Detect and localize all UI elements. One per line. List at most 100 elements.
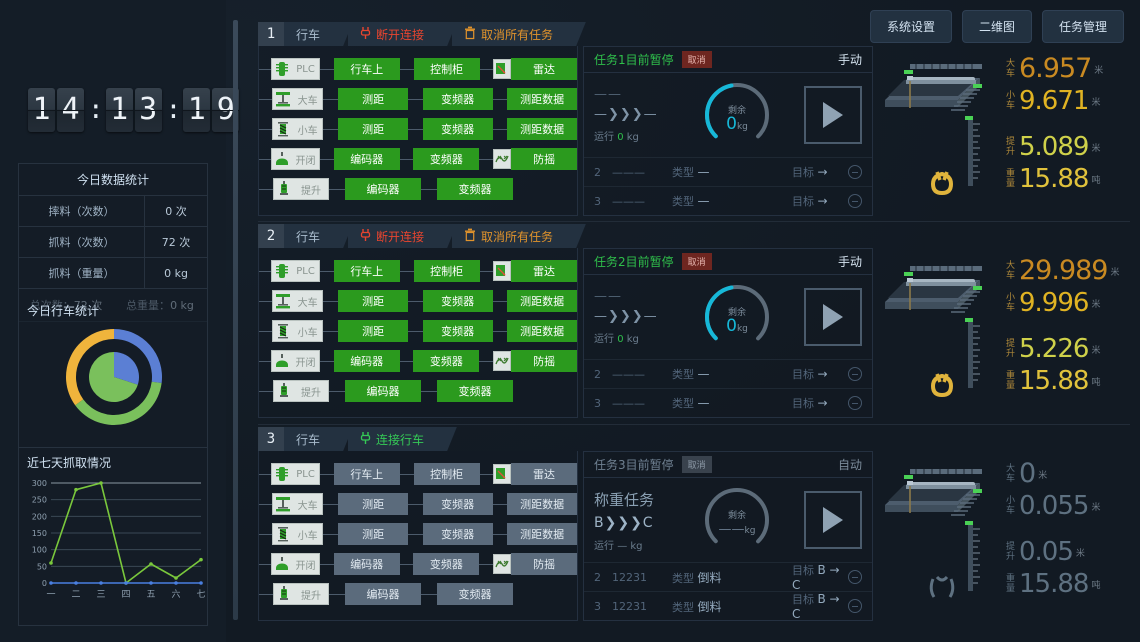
measurement-提升: 提升 5.226 米 <box>1006 334 1136 364</box>
task-queue-row[interactable]: 2 ——— 类型 — 目标 → <box>584 359 872 388</box>
device-button-编码器[interactable]: 编码器 <box>345 380 421 402</box>
remove-task-icon[interactable] <box>848 165 862 179</box>
task-queue-row[interactable]: 2 12231 类型 倒料 目标 B → C <box>584 562 872 592</box>
device-button-变频器[interactable]: 变频器 <box>422 523 493 545</box>
device-chip-大车[interactable]: 大车 <box>271 493 324 515</box>
crane-1-tab-0[interactable]: 行车 <box>284 22 337 46</box>
device-button-变频器[interactable]: 变频器 <box>422 88 493 110</box>
task-queue-row[interactable]: 3 ——— 类型 — 目标 → <box>584 388 872 417</box>
device-button-测距数据[interactable]: 测距数据 <box>507 88 578 110</box>
device-button-编码器[interactable]: 编码器 <box>333 148 400 170</box>
play-task-button[interactable] <box>804 491 862 549</box>
device-chip-小车[interactable]: 小车 <box>271 118 324 140</box>
device-button-编码器[interactable]: 编码器 <box>333 553 400 575</box>
device-chip-提升[interactable]: 提升 <box>273 178 329 200</box>
device-button-防摇[interactable]: 防摇 <box>511 350 578 372</box>
device-button-测距数据[interactable]: 测距数据 <box>507 320 578 342</box>
device-button-变频器[interactable]: 变频器 <box>437 380 513 402</box>
play-task-button[interactable] <box>804 288 862 346</box>
crane-number-badge: 1 <box>258 22 284 46</box>
mode-indicator[interactable]: 手动 <box>838 51 862 68</box>
device-chip-开闭[interactable]: 开闭 <box>271 148 320 170</box>
device-button-编码器[interactable]: 编码器 <box>345 178 421 200</box>
device-button-测距数据[interactable]: 测距数据 <box>507 290 578 312</box>
device-chip-小车[interactable]: 小车 <box>271 320 324 342</box>
mode-indicator[interactable]: 自动 <box>838 456 862 473</box>
device-chip-提升[interactable]: 提升 <box>273 380 329 402</box>
system-settings-button[interactable]: 系统设置 <box>869 10 952 43</box>
device-chip-大车[interactable]: 大车 <box>271 290 324 312</box>
crane-2-tab-0[interactable]: 行车 <box>284 224 337 248</box>
device-button-编码器[interactable]: 编码器 <box>333 350 400 372</box>
device-button-控制柜[interactable]: 控制柜 <box>413 463 480 485</box>
device-chip-PLC[interactable]: PLC <box>271 58 320 80</box>
queue-type-value: — <box>697 367 710 381</box>
device-button-行车上[interactable]: 行车上 <box>333 463 400 485</box>
crane-2-tab-2[interactable]: 取消所有任务 <box>452 224 570 248</box>
cancel-task-button[interactable]: 取消 <box>681 456 712 473</box>
device-button-行车上[interactable]: 行车上 <box>333 58 400 80</box>
cancel-task-button[interactable]: 取消 <box>681 253 712 270</box>
device-label: 开闭 <box>295 155 316 167</box>
task-queue-row[interactable]: 2 ——— 类型 — 目标 → <box>584 157 872 186</box>
crane-2-tab-1[interactable]: 断开连接 <box>348 224 441 248</box>
crane-1-tab-2[interactable]: 取消所有任务 <box>452 22 570 46</box>
device-button-防摇[interactable]: 防摇 <box>511 553 578 575</box>
device-button-雷达[interactable]: 雷达 <box>511 58 577 80</box>
task-queue-row[interactable]: 3 ——— 类型 — 目标 → <box>584 186 872 215</box>
device-chip-开闭[interactable]: 开闭 <box>271 350 320 372</box>
device-button-变频器[interactable]: 变频器 <box>422 290 493 312</box>
play-task-button[interactable] <box>804 86 862 144</box>
device-button-编码器[interactable]: 编码器 <box>345 583 421 605</box>
crane-3-tab-0[interactable]: 行车 <box>284 427 337 451</box>
remove-task-icon[interactable] <box>848 367 862 381</box>
device-button-测距[interactable]: 测距 <box>338 118 408 140</box>
device-chip-PLC[interactable]: PLC <box>271 260 320 282</box>
device-chip-提升[interactable]: 提升 <box>273 583 329 605</box>
remove-task-icon[interactable] <box>848 396 862 410</box>
device-button-测距[interactable]: 测距 <box>338 290 408 312</box>
remove-task-icon[interactable] <box>848 570 862 584</box>
crane-3-tab-1[interactable]: 连接行车 <box>348 427 441 451</box>
crane-1-task-panel: 任务1目前暂停 取消 手动 —— —❯❯❯— 运行 0 kg 剩余 0kg 2 ——— 类型 — 目标… <box>583 46 873 216</box>
device-button-测距[interactable]: 测距 <box>338 523 408 545</box>
device-button-测距[interactable]: 测距 <box>338 493 408 515</box>
device-chip-开闭[interactable]: 开闭 <box>271 553 320 575</box>
device-button-防摇[interactable]: 防摇 <box>511 148 578 170</box>
device-button-雷达[interactable]: 雷达 <box>511 260 577 282</box>
device-button-变频器[interactable]: 变频器 <box>437 178 513 200</box>
device-chip-小车[interactable]: 小车 <box>271 523 324 545</box>
cancel-task-button[interactable]: 取消 <box>681 51 712 68</box>
device-button-变频器[interactable]: 变频器 <box>422 493 493 515</box>
link-line <box>479 158 494 160</box>
device-chip-大车[interactable]: 大车 <box>271 88 324 110</box>
measurement-value: 9.671 <box>1019 86 1089 116</box>
device-button-控制柜[interactable]: 控制柜 <box>413 260 480 282</box>
device-chip-PLC[interactable]: PLC <box>271 463 320 485</box>
device-button-变频器[interactable]: 变频器 <box>422 320 493 342</box>
device-button-测距[interactable]: 测距 <box>338 88 408 110</box>
device-button-测距数据[interactable]: 测距数据 <box>507 118 578 140</box>
task-queue-row[interactable]: 3 12231 类型 倒料 目标 B → C <box>584 591 872 621</box>
device-button-测距数据[interactable]: 测距数据 <box>507 493 578 515</box>
device-button-控制柜[interactable]: 控制柜 <box>413 58 480 80</box>
device-button-测距数据[interactable]: 测距数据 <box>507 523 578 545</box>
task-management-button[interactable]: 任务管理 <box>1041 10 1124 43</box>
device-button-行车上[interactable]: 行车上 <box>333 260 400 282</box>
vertical-bus-line <box>233 20 238 620</box>
run-unit: kg <box>626 132 639 143</box>
clock-sep-1: : <box>88 95 104 125</box>
device-button-测距[interactable]: 测距 <box>338 320 408 342</box>
measurement-重量: 重量 15.88 吨 <box>1006 569 1136 599</box>
device-button-变频器[interactable]: 变频器 <box>413 350 480 372</box>
device-button-雷达[interactable]: 雷达 <box>511 463 577 485</box>
crane-1-tab-1[interactable]: 断开连接 <box>348 22 441 46</box>
device-button-变频器[interactable]: 变频器 <box>437 583 513 605</box>
two-d-map-button[interactable]: 二维图 <box>961 10 1032 43</box>
remove-task-icon[interactable] <box>848 599 862 613</box>
remove-task-icon[interactable] <box>848 194 862 208</box>
device-button-变频器[interactable]: 变频器 <box>413 148 480 170</box>
device-button-变频器[interactable]: 变频器 <box>413 553 480 575</box>
mode-indicator[interactable]: 手动 <box>838 253 862 270</box>
device-button-变频器[interactable]: 变频器 <box>422 118 493 140</box>
